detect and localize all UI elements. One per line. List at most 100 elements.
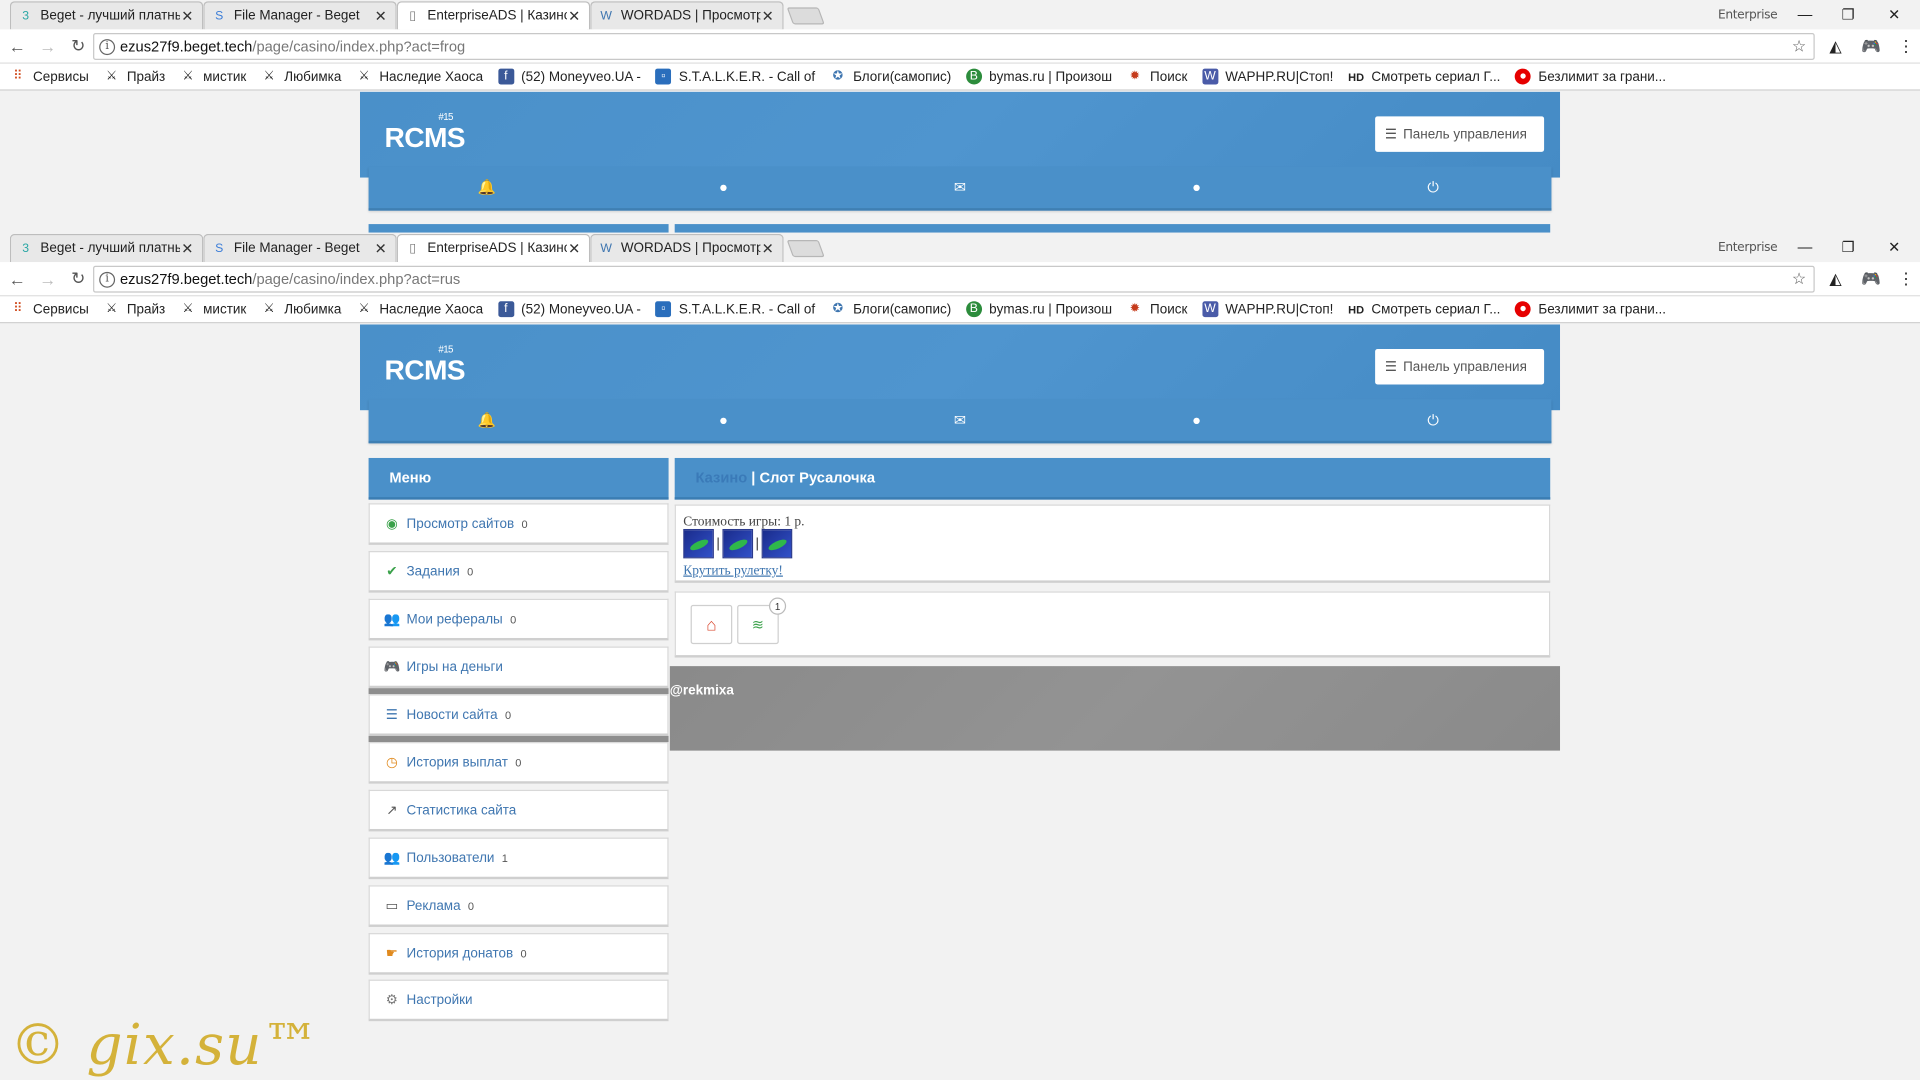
extension-icon[interactable]: ◭ — [1829, 37, 1841, 57]
reload-icon[interactable]: ↻ — [65, 268, 92, 289]
window-close-icon[interactable]: ✕ — [1888, 235, 1900, 259]
extension-icon[interactable]: ◭ — [1829, 269, 1841, 289]
bookmark[interactable]: ✪ Блоги(самопис) — [830, 69, 952, 85]
bookmark[interactable]: W WAPHP.RU|Стоп! — [1202, 68, 1333, 85]
menu-item-donation-history[interactable]: ☛ История донатов 0 — [368, 933, 669, 975]
minimize-icon[interactable]: — — [1798, 235, 1813, 259]
info-icon[interactable]: i — [99, 271, 116, 288]
reload-icon[interactable]: ↻ — [65, 36, 92, 57]
control-panel-button[interactable]: ☰ Панель управления — [1375, 348, 1545, 385]
forward-icon[interactable]: → — [34, 269, 61, 289]
back-icon[interactable]: ← — [4, 36, 31, 56]
restore-icon[interactable]: ❐ — [1842, 2, 1855, 26]
bookmark[interactable]: ⚔ Прайз — [104, 301, 165, 317]
close-icon[interactable]: ✕ — [373, 240, 388, 257]
bookmark[interactable]: ⚔ Любимка — [261, 301, 341, 317]
mail-icon[interactable]: ✉ — [842, 399, 1079, 441]
bookmark[interactable]: Bbymas.ru | Произош — [965, 68, 1112, 85]
comment-icon[interactable]: ● — [1078, 167, 1315, 209]
bookmark[interactable]: HD Смотреть сериал Г... — [1348, 301, 1500, 317]
close-icon[interactable]: ✕ — [567, 240, 582, 257]
tab-beget[interactable]: 3 Beget - лучший платный ✕ — [9, 1, 204, 30]
menu-dots-icon[interactable]: ⋮ — [1898, 37, 1914, 57]
menu-dots-icon[interactable]: ⋮ — [1898, 269, 1914, 289]
bookmark[interactable]: ✹ Поиск — [1127, 69, 1188, 85]
info-icon[interactable]: i — [99, 38, 116, 55]
close-icon[interactable]: ✕ — [373, 7, 388, 24]
menu-item-users[interactable]: 👥 Пользователи 1 — [368, 837, 669, 880]
tab-file-manager[interactable]: S File Manager - Beget ✕ — [203, 233, 397, 263]
globe-icon: ✪ — [832, 302, 843, 316]
bookmark[interactable]: ▫ S.T.A.L.K.E.R. - Call of — [655, 301, 815, 318]
content-head-fragment — [674, 224, 1551, 233]
menu-item-view-sites[interactable]: ◉ Просмотр сайтов 0 — [368, 503, 669, 545]
bookmark-apps[interactable]: ⠿ Сервисы — [10, 69, 89, 85]
menu-item-advertising[interactable]: ▭ Реклама 0 — [368, 885, 669, 927]
gamepad-extension-icon[interactable]: 🎮 — [1861, 269, 1881, 289]
bookmark[interactable]: ● Безлимит за грани... — [1515, 301, 1666, 318]
comment-icon[interactable]: ● — [1078, 399, 1315, 441]
bookmark[interactable]: W WAPHP.RU|Стоп! — [1202, 301, 1333, 318]
restore-icon[interactable]: ❐ — [1842, 235, 1855, 259]
bell-icon[interactable]: 🔔 — [369, 167, 606, 209]
tab-casino[interactable]: ▯ EnterpriseADS | Казино ✕ — [396, 233, 591, 263]
power-icon[interactable]: ⏻ — [1315, 167, 1552, 209]
bookmark[interactable]: ✪ Блоги(самопис) — [830, 301, 952, 317]
menu-item-tasks[interactable]: ✔ Задания 0 — [368, 551, 669, 593]
footer-author[interactable]: @rekmixa — [670, 683, 734, 698]
menu-item-referrals[interactable]: 👥 Мои рефералы 0 — [368, 598, 669, 641]
menu-item-payout-history[interactable]: ◷ История выплат 0 — [368, 742, 669, 784]
menu-item-statistics[interactable]: ↗ Статистика сайта — [368, 789, 669, 832]
bookmark[interactable]: ▫ S.T.A.L.K.E.R. - Call of — [655, 68, 815, 85]
menu-item-settings[interactable]: ⚙ Настройки — [368, 979, 669, 1022]
close-icon[interactable]: ✕ — [180, 240, 195, 257]
tab-casino[interactable]: ▯ EnterpriseADS | Казино ✕ — [396, 1, 591, 30]
tab-file-manager[interactable]: S File Manager - Beget ✕ — [203, 1, 397, 30]
star-icon[interactable]: ☆ — [1792, 269, 1806, 289]
site-logo[interactable]: RCMS #15 — [384, 344, 465, 387]
bookmark[interactable]: HD Смотреть сериал Г... — [1348, 69, 1500, 85]
bookmark[interactable]: ⚔ Прайз — [104, 69, 165, 85]
bookmark[interactable]: ⚔ Любимка — [261, 69, 341, 85]
menu-item-games[interactable]: 🎮 Игры на деньги — [368, 646, 669, 689]
bookmark[interactable]: ⚔ Наследие Хаоса — [356, 301, 484, 317]
window-close-icon[interactable]: ✕ — [1888, 2, 1900, 26]
user-icon[interactable]: ● — [605, 167, 842, 209]
tab-wordads[interactable]: W WORDADS | Просмотр т ✕ — [590, 1, 784, 30]
casino-breadcrumb-link[interactable]: Казино — [696, 469, 748, 486]
user-icon[interactable]: ● — [605, 399, 842, 441]
home-button[interactable]: ⌂ — [690, 604, 733, 645]
menu-item-news[interactable]: ☰ Новости сайта 0 — [368, 694, 669, 736]
power-icon[interactable]: ⏻ — [1315, 399, 1552, 441]
bell-icon[interactable]: 🔔 — [369, 399, 606, 441]
tab-beget[interactable]: 3 Beget - лучший платный ✕ — [9, 233, 204, 263]
bookmark[interactable]: ● Безлимит за грани... — [1515, 68, 1666, 85]
control-panel-button[interactable]: ☰ Панель управления — [1375, 116, 1545, 152]
address-bar[interactable]: i ezus27f9.beget.tech/page/casino/index.… — [93, 33, 1815, 61]
minimize-icon[interactable]: — — [1798, 2, 1813, 26]
back-icon[interactable]: ← — [4, 269, 31, 289]
star-icon[interactable]: ☆ — [1792, 37, 1806, 57]
bookmark[interactable]: f (52) Moneyveo.UA - — [497, 301, 641, 318]
gamepad-extension-icon[interactable]: 🎮 — [1861, 37, 1881, 57]
spin-roulette-link[interactable]: Крутить рулетку! — [683, 563, 783, 578]
close-icon[interactable]: ✕ — [567, 7, 582, 24]
bookmark[interactable]: f (52) Moneyveo.UA - — [497, 68, 641, 85]
bookmark[interactable]: ✹ Поиск — [1127, 301, 1188, 317]
address-bar[interactable]: i ezus27f9.beget.tech/page/casino/index.… — [93, 265, 1815, 293]
close-icon[interactable]: ✕ — [760, 7, 775, 24]
new-tab-button[interactable] — [786, 7, 825, 25]
close-icon[interactable]: ✕ — [760, 240, 775, 257]
new-tab-button[interactable] — [786, 240, 825, 258]
bookmark[interactable]: Bbymas.ru | Произош — [965, 301, 1112, 318]
bookmark[interactable]: ⚔ мистик — [180, 301, 246, 317]
tab-wordads[interactable]: W WORDADS | Просмотр т ✕ — [590, 233, 784, 263]
bookmark[interactable]: ⚔ мистик — [180, 69, 246, 85]
forward-icon[interactable]: → — [34, 36, 61, 56]
mail-icon[interactable]: ✉ — [842, 167, 1079, 209]
site-logo[interactable]: RCMS #15 — [384, 111, 465, 154]
signal-button[interactable]: ≋ 1 — [737, 597, 787, 645]
bookmark-apps[interactable]: ⠿ Сервисы — [10, 301, 89, 317]
close-icon[interactable]: ✕ — [180, 7, 195, 24]
bookmark[interactable]: ⚔ Наследие Хаоса — [356, 69, 484, 85]
